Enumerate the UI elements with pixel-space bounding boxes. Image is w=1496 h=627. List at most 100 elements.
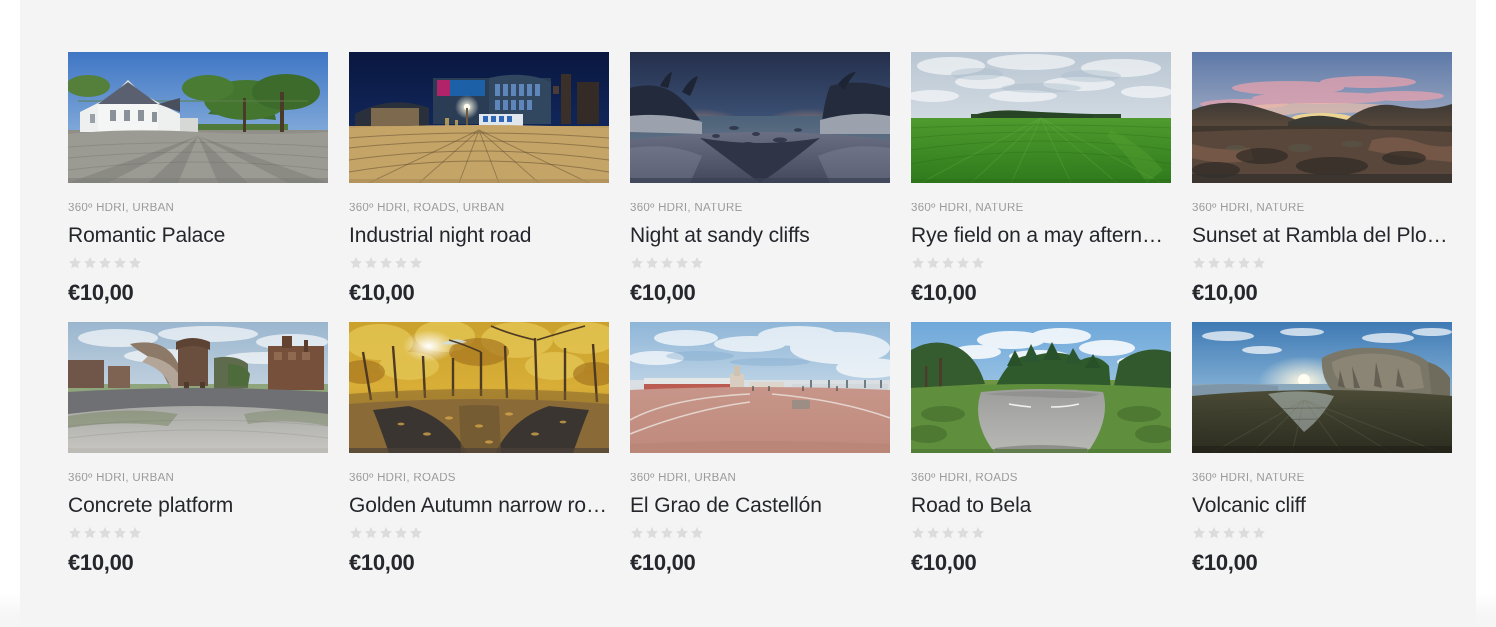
star-icon (84, 527, 96, 539)
product-rating-stars[interactable] (911, 526, 1171, 540)
panorama-romantic-palace-image (68, 52, 328, 183)
star-icon (84, 257, 96, 269)
product-card[interactable]: 360º HDRI, NATURE Rye field on a may aft… (911, 52, 1171, 304)
product-rating-stars[interactable] (349, 526, 609, 540)
star-icon (691, 257, 703, 269)
product-card[interactable]: 360º HDRI, NATURE Volcanic cliff €10,00 (1192, 322, 1452, 574)
product-categories: 360º HDRI, ROADS (911, 473, 1018, 485)
product-card[interactable]: 360º HDRI, ROADS Road to Bela €10,00 (911, 322, 1171, 574)
product-price: €10,00 (1192, 280, 1258, 306)
panorama-rye-field-image (911, 52, 1171, 183)
star-icon (972, 257, 984, 269)
product-rating-stars[interactable] (349, 256, 609, 270)
page-right-gutter (1476, 0, 1496, 627)
star-icon (410, 257, 422, 269)
star-icon (972, 527, 984, 539)
product-card[interactable]: 360º HDRI, NATURE Night at sandy cliffs … (630, 52, 890, 304)
product-rating-stars[interactable] (1192, 526, 1452, 540)
product-price: €10,00 (911, 550, 977, 576)
product-card[interactable]: 360º HDRI, URBAN Concrete platform €10,0… (68, 322, 328, 574)
panorama-golden-autumn-road-image (349, 322, 609, 454)
product-price: €10,00 (68, 280, 134, 306)
product-thumbnail-link[interactable] (911, 52, 1171, 183)
star-icon (927, 527, 939, 539)
product-rating-stars[interactable] (630, 526, 890, 540)
star-icon (1253, 257, 1265, 269)
product-categories: 360º HDRI, ROADS (349, 473, 456, 485)
product-title: Golden Autumn narrow ro… (349, 493, 607, 517)
product-price: €10,00 (911, 280, 977, 306)
star-icon (1253, 527, 1265, 539)
star-icon (69, 257, 81, 269)
star-icon (129, 257, 141, 269)
star-icon (380, 527, 392, 539)
star-icon (1223, 257, 1235, 269)
star-icon (99, 257, 111, 269)
star-icon (69, 527, 81, 539)
product-title: Rye field on a may afterno… (911, 223, 1171, 247)
product-price: €10,00 (349, 550, 415, 576)
product-card[interactable]: 360º HDRI, URBAN Romantic Palace €10,00 (68, 52, 328, 304)
product-title: Industrial night road (349, 223, 532, 247)
star-icon (912, 527, 924, 539)
product-price: €10,00 (1192, 550, 1258, 576)
product-rating-stars[interactable] (630, 256, 890, 270)
product-rating-stars[interactable] (911, 256, 1171, 270)
star-icon (380, 257, 392, 269)
product-title: Volcanic cliff (1192, 493, 1306, 517)
star-icon (942, 527, 954, 539)
product-thumbnail-link[interactable] (630, 322, 890, 454)
star-icon (1238, 527, 1250, 539)
star-icon (661, 257, 673, 269)
product-rating-stars[interactable] (68, 256, 328, 270)
page-left-gutter (0, 0, 20, 627)
page-bottom-fade (0, 593, 1496, 627)
star-icon (1238, 257, 1250, 269)
star-icon (676, 257, 688, 269)
panorama-volcanic-cliff-image (1192, 322, 1452, 454)
product-thumbnail-link[interactable] (911, 322, 1171, 454)
product-grid-page: 360º HDRI, URBAN Romantic Palace €10,00 (0, 0, 1496, 627)
product-price: €10,00 (68, 550, 134, 576)
star-icon (350, 257, 362, 269)
product-thumbnail-link[interactable] (1192, 322, 1452, 454)
product-thumbnail-link[interactable] (1192, 52, 1452, 183)
star-icon (942, 257, 954, 269)
star-icon (129, 527, 141, 539)
product-thumbnail-link[interactable] (349, 52, 609, 183)
product-card[interactable]: 360º HDRI, NATURE Sunset at Rambla del P… (1192, 52, 1452, 304)
product-card[interactable]: 360º HDRI, ROADS, URBAN Industrial night… (349, 52, 609, 304)
star-icon (957, 257, 969, 269)
panorama-industrial-night-road-image (349, 52, 609, 183)
panorama-road-to-bela-image (911, 322, 1171, 454)
product-rating-stars[interactable] (68, 526, 328, 540)
product-title: El Grao de Castellón (630, 493, 822, 517)
star-icon (646, 527, 658, 539)
product-card[interactable]: 360º HDRI, URBAN El Grao de Castellón €1… (630, 322, 890, 574)
product-rating-stars[interactable] (1192, 256, 1452, 270)
star-icon (631, 257, 643, 269)
product-price: €10,00 (630, 550, 696, 576)
product-categories: 360º HDRI, URBAN (630, 473, 737, 485)
product-thumbnail-link[interactable] (68, 52, 328, 183)
star-icon (99, 527, 111, 539)
star-icon (410, 527, 422, 539)
star-icon (1208, 527, 1220, 539)
product-thumbnail-link[interactable] (68, 322, 328, 454)
panorama-concrete-platform-image (68, 322, 328, 454)
product-card[interactable]: 360º HDRI, ROADS Golden Autumn narrow ro… (349, 322, 609, 574)
star-icon (691, 527, 703, 539)
product-categories: 360º HDRI, ROADS, URBAN (349, 203, 505, 214)
product-categories: 360º HDRI, NATURE (911, 203, 1024, 214)
product-thumbnail-link[interactable] (349, 322, 609, 454)
product-categories: 360º HDRI, URBAN (68, 203, 175, 214)
star-icon (365, 257, 377, 269)
product-price: €10,00 (349, 280, 415, 306)
star-icon (631, 527, 643, 539)
star-icon (395, 257, 407, 269)
panorama-night-at-sandy-cliffs-image (630, 52, 890, 183)
product-thumbnail-link[interactable] (630, 52, 890, 183)
product-title: Road to Bela (911, 493, 1032, 517)
star-icon (395, 527, 407, 539)
star-icon (114, 527, 126, 539)
